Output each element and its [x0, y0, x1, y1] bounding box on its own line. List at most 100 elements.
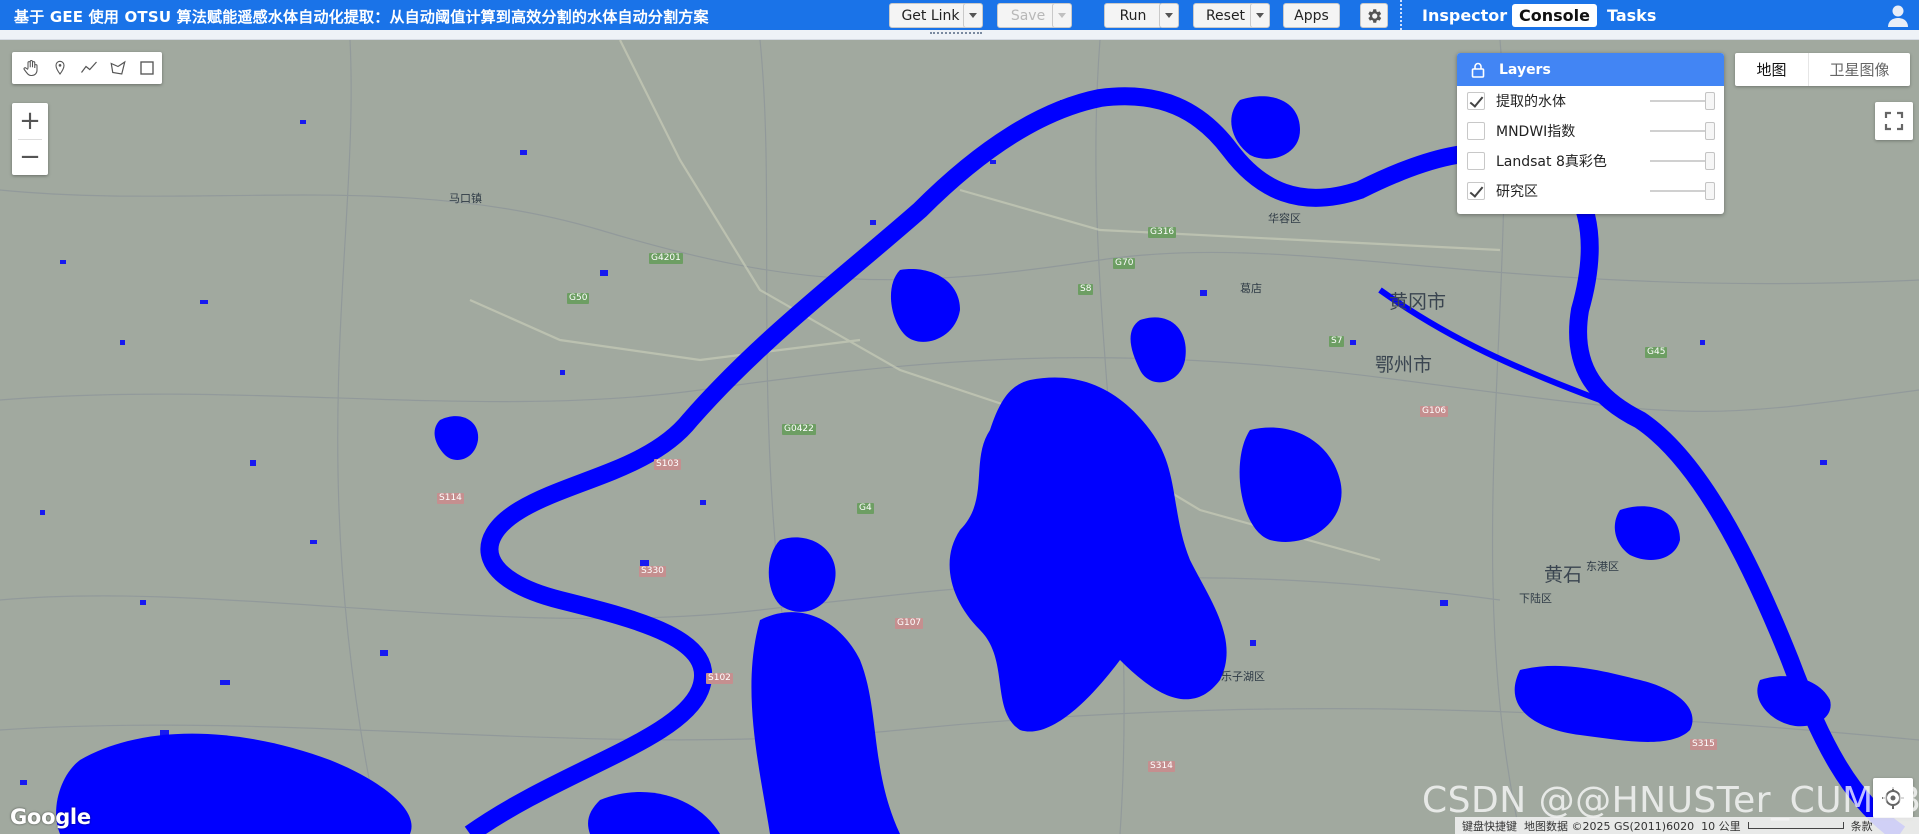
road-shield: S330 — [639, 566, 666, 577]
road-shield: G50 — [567, 293, 590, 304]
layers-panel: Layers 提取的水体 MNDWI指数 Landsat 8真彩色 研究区 — [1457, 53, 1724, 214]
get-link-dropdown[interactable] — [963, 3, 983, 28]
road-shield: S8 — [1078, 284, 1094, 295]
road-shield: G4 — [857, 503, 874, 514]
run-button[interactable]: Run — [1104, 3, 1162, 28]
road-shield: S114 — [437, 493, 464, 504]
point-tool[interactable] — [45, 53, 74, 83]
get-link-label: Get Link — [901, 7, 960, 24]
map-data-credit: 地图数据 ©2025 GS(2011)6020 — [1524, 819, 1695, 833]
place-label: 东港区 — [1586, 560, 1619, 573]
road-shield: S315 — [1690, 739, 1717, 750]
layer-visibility-checkbox[interactable] — [1467, 92, 1485, 110]
hand-icon — [23, 59, 38, 77]
splitter-handle[interactable] — [930, 32, 982, 36]
polyline-icon — [81, 61, 97, 73]
tab-console[interactable]: Console — [1512, 4, 1597, 27]
opacity-slider-handle[interactable] — [1705, 152, 1715, 170]
reset-label: Reset — [1205, 7, 1246, 24]
road-shield: G45 — [1645, 347, 1668, 358]
reset-button[interactable]: Reset — [1193, 3, 1258, 28]
scale-label[interactable]: 10 公里 — [1701, 818, 1741, 834]
place-label: 华容区 — [1268, 212, 1301, 225]
layer-row: 研究区 — [1457, 176, 1724, 206]
lock-icon[interactable] — [1471, 62, 1485, 78]
save-dropdown[interactable] — [1052, 3, 1072, 28]
place-label: 葛店 — [1240, 282, 1262, 295]
layer-name: 研究区 — [1496, 184, 1538, 200]
opacity-slider-handle[interactable] — [1705, 92, 1715, 110]
account-icon[interactable] — [1885, 2, 1911, 28]
road-shield: G106 — [1420, 406, 1449, 417]
place-label: 下陆区 — [1519, 592, 1552, 605]
fullscreen-icon — [1884, 111, 1904, 131]
polygon-tool[interactable] — [104, 53, 133, 83]
apps-button[interactable]: Apps — [1283, 3, 1340, 28]
drawing-toolbar — [12, 52, 162, 84]
opacity-slider-track[interactable] — [1650, 160, 1708, 162]
layer-visibility-checkbox[interactable] — [1467, 122, 1485, 140]
settings-button[interactable] — [1360, 3, 1388, 28]
opacity-slider-handle[interactable] — [1705, 122, 1715, 140]
line-tool[interactable] — [74, 53, 103, 83]
place-label: 鄂州市 — [1375, 354, 1433, 376]
rectangle-tool[interactable] — [133, 53, 162, 83]
layers-header[interactable]: Layers — [1457, 53, 1724, 86]
road-shield: G0422 — [782, 424, 816, 435]
opacity-slider-track[interactable] — [1650, 130, 1708, 132]
rectangle-icon — [140, 61, 155, 75]
layer-row: 提取的水体 — [1457, 86, 1724, 116]
layer-visibility-checkbox[interactable] — [1467, 182, 1485, 200]
polygon-icon — [110, 60, 126, 75]
save-label: Save — [1010, 7, 1046, 24]
layer-row: Landsat 8真彩色 — [1457, 146, 1724, 176]
road-shield: G4201 — [649, 253, 683, 264]
map-type-satellite[interactable]: 卫星图像 — [1808, 53, 1910, 86]
reset-dropdown[interactable] — [1250, 3, 1270, 28]
road-shield: S102 — [706, 673, 733, 684]
map-type-control: 地图 卫星图像 — [1735, 53, 1910, 86]
scale-bar — [1747, 822, 1844, 829]
road-shield: S103 — [654, 459, 681, 470]
opacity-slider-track[interactable] — [1650, 190, 1708, 192]
layer-row: MNDWI指数 — [1457, 116, 1724, 146]
road-shield: S314 — [1148, 761, 1175, 772]
place-label: 乐子湖区 — [1221, 670, 1265, 683]
map-type-roadmap[interactable]: 地图 — [1735, 53, 1808, 86]
tab-inspector[interactable]: Inspector — [1415, 4, 1514, 27]
layer-visibility-checkbox[interactable] — [1467, 152, 1485, 170]
road-shield: G70 — [1113, 258, 1136, 269]
opacity-slider-handle[interactable] — [1705, 182, 1715, 200]
layer-name: 提取的水体 — [1496, 94, 1566, 110]
zoom-out-button[interactable]: − — [12, 139, 48, 175]
gear-icon — [1368, 8, 1382, 23]
zoom-in-button[interactable]: + — [12, 103, 48, 139]
layer-name: Landsat 8真彩色 — [1496, 154, 1607, 170]
tab-tasks[interactable]: Tasks — [1600, 4, 1663, 27]
road-shield: G107 — [895, 618, 924, 629]
pan-hand-tool[interactable] — [16, 53, 45, 83]
save-button[interactable]: Save — [997, 3, 1059, 28]
place-label: 黄石 — [1544, 564, 1583, 586]
place-label: 马口镇 — [449, 192, 482, 205]
csdn-watermark: CSDN @@HNUSTer_CUMTBer — [1422, 780, 1919, 821]
place-label: 黄冈市 — [1389, 291, 1447, 313]
run-dropdown[interactable] — [1159, 3, 1179, 28]
get-link-button[interactable]: Get Link — [889, 3, 972, 28]
layer-name: MNDWI指数 — [1496, 124, 1576, 140]
run-label: Run — [1119, 7, 1147, 24]
map-canvas[interactable]: 黄冈市 鄂州市 华容区 葛店 下陆区 黄石 马口镇 乐子湖区 东港区 G107 … — [0, 40, 1919, 834]
road-shield: G316 — [1148, 227, 1177, 238]
panel-divider[interactable] — [1400, 0, 1408, 30]
apps-label: Apps — [1294, 7, 1329, 24]
script-title: 基于 GEE 使用 OTSU 算法赋能遥感水体自动化提取：从自动阈值计算到高效分… — [14, 8, 709, 26]
keyboard-shortcuts-link[interactable]: 键盘快捷键 — [1462, 818, 1517, 834]
terms-link[interactable]: 条款 — [1851, 818, 1873, 834]
road-shield: S7 — [1329, 336, 1345, 347]
map-attribution: 键盘快捷键 地图数据 ©2025 GS(2011)6020 10 公里 条款 — [1455, 817, 1919, 834]
top-toolbar: 基于 GEE 使用 OTSU 算法赋能遥感水体自动化提取：从自动阈值计算到高效分… — [0, 0, 1919, 30]
zoom-control: + − — [12, 103, 48, 175]
google-logo: Google — [10, 805, 91, 829]
fullscreen-button[interactable] — [1875, 102, 1913, 140]
opacity-slider-track[interactable] — [1650, 100, 1708, 102]
